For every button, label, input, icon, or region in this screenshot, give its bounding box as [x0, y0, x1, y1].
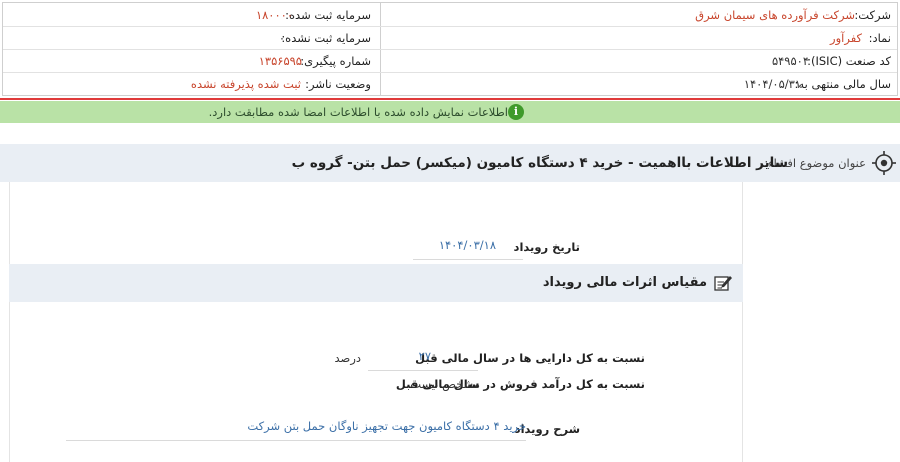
assets-ratio-label: نسبت به کل دارایی ها در سال مالی قبل — [415, 351, 645, 365]
edit-icon — [714, 276, 732, 291]
row-divider — [3, 26, 897, 27]
assets-ratio-value: ۲۷ — [418, 349, 431, 363]
fiscal-year-label: سال مالی منتهی به: — [794, 77, 891, 91]
event-date-value: ۱۴۰۴/۰۳/۱۸ — [438, 238, 496, 252]
financial-section-header: مقیاس اثرات مالی رویداد — [9, 264, 743, 302]
tracking-number-label: شماره پیگیری: — [300, 54, 371, 68]
notice-text: اطلاعات نمایش داده شده با اطلاعات امضا ش… — [208, 105, 508, 119]
subject-bar: عنوان موضوع افشاء: سایر اطلاعات بااهمیت … — [0, 144, 900, 182]
fiscal-year-value: ۱۴۰۴/۰۵/۳۱ — [743, 77, 801, 91]
publisher-status-value: ثبت شده پذیرفته نشده — [190, 77, 301, 91]
symbol-value[interactable]: کفرآور — [830, 27, 862, 49]
unregistered-capital-value: ۰ — [278, 31, 285, 45]
assets-underline — [368, 370, 478, 371]
isic-label: کد صنعت (ISIC): — [807, 54, 891, 68]
info-icon: i — [508, 104, 524, 120]
accent-divider — [0, 98, 900, 100]
company-value[interactable]: شرکت فرآورده های سیمان شرق — [695, 4, 855, 26]
description-underline — [66, 440, 526, 441]
registered-capital-label: سرمایه ثبت شده: — [285, 8, 371, 22]
unregistered-capital-label: سرمایه ثبت نشده: — [281, 31, 371, 45]
registered-capital-value: ۱۸۰۰۰۰ — [255, 8, 293, 22]
subject-title: سایر اطلاعات بااهمیت - خرید ۴ دستگاه کام… — [291, 155, 788, 171]
isic-value: ۵۴۹۵۰۴ — [771, 54, 809, 68]
description-value: خرید ۴ دستگاه کامیون جهت تجهیز ناوگان حم… — [247, 419, 526, 433]
financial-section-title: مقیاس اثرات مالی رویداد — [542, 275, 707, 290]
tracking-number-value: ۱۳۵۶۵۹۵ — [258, 54, 302, 68]
date-underline — [413, 259, 523, 260]
assets-ratio-unit: درصد — [334, 351, 361, 365]
revenue-ratio-value: مشخص نیست — [410, 377, 480, 391]
verification-notice: i اطلاعات نمایش داده شده با اطلاعات امضا… — [0, 101, 900, 123]
event-date-label: تاریخ رویداد — [513, 240, 580, 254]
row-divider — [3, 49, 897, 50]
target-icon — [872, 151, 896, 175]
company-label: شرکت: — [854, 8, 891, 22]
symbol-label: نماد: — [868, 31, 891, 45]
company-info-table: شرکت: شرکت فرآورده های سیمان شرق نماد: ک… — [2, 2, 898, 96]
publisher-status-label: وضعیت ناشر: — [305, 77, 371, 91]
